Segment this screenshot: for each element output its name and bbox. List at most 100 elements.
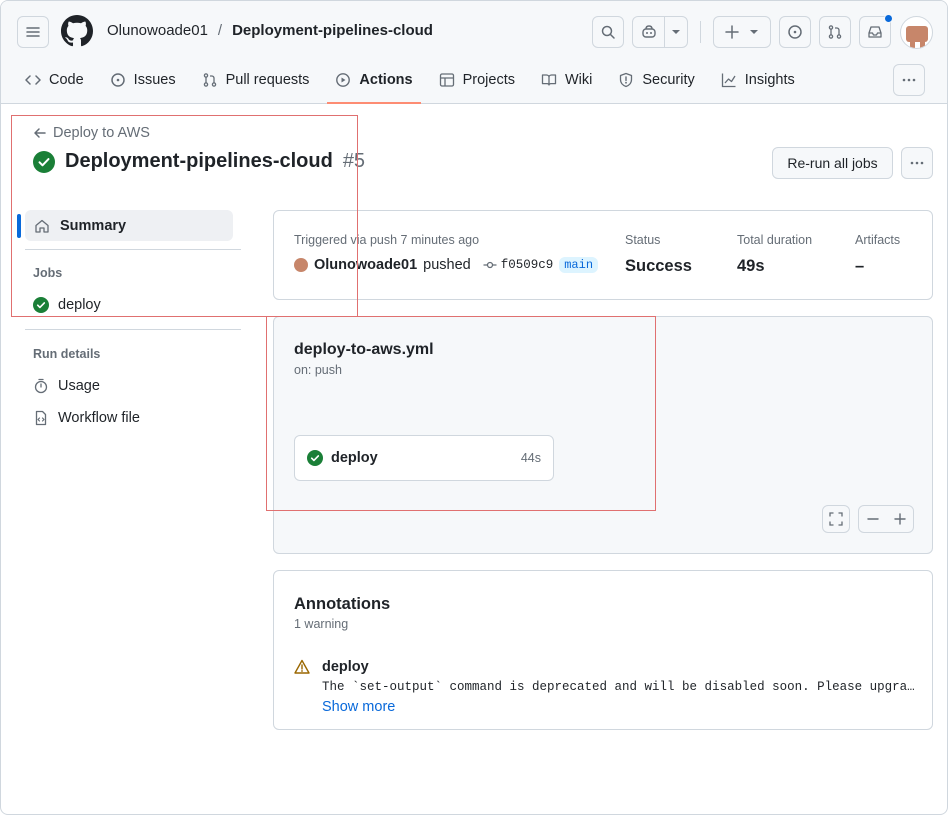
repo-breadcrumb: Olunowoade01 / Deployment-pipelines-clou… <box>107 22 433 39</box>
artifacts-label: Artifacts <box>855 233 901 247</box>
run-details-heading: Run details <box>33 347 101 361</box>
code-icon <box>25 75 41 85</box>
sidebar-item-deploy-job[interactable]: deploy <box>33 297 101 313</box>
home-icon <box>35 219 49 233</box>
trigger-details: Olunowoade01 pushed f0509c9 main <box>294 257 599 273</box>
tab-wiki[interactable]: Wiki <box>533 63 600 97</box>
kebab-horizontal-icon <box>910 161 924 165</box>
annotations-count: 1 warning <box>294 617 349 631</box>
tab-issues[interactable]: Issues <box>102 63 184 97</box>
job-node-duration: 44s <box>520 451 541 465</box>
triangle-down-icon <box>672 30 680 34</box>
sidebar-divider <box>25 329 241 330</box>
duration-label: Total duration <box>737 233 813 247</box>
repo-owner-link[interactable]: Olunowoade01 <box>107 22 208 39</box>
create-new-button[interactable] <box>713 16 771 48</box>
tab-label: Code <box>49 72 84 88</box>
tab-label: Insights <box>744 72 795 88</box>
tab-pull-requests[interactable]: Pull requests <box>194 63 318 97</box>
play-icon <box>336 73 351 87</box>
commit-sha: f0509c9 <box>500 258 554 272</box>
avatar[interactable] <box>900 16 933 49</box>
fullscreen-button[interactable] <box>822 505 850 533</box>
menu-button[interactable] <box>17 16 49 48</box>
copilot-button[interactable] <box>633 17 665 47</box>
tab-label: Projects <box>462 72 515 88</box>
inbox-icon <box>868 26 882 38</box>
job-node-name: deploy <box>331 450 378 466</box>
issue-icon <box>788 25 802 39</box>
check-circle-fill-icon <box>33 150 55 173</box>
annotations-card: Annotations 1 warning deploy The `set-ou… <box>273 570 933 730</box>
run-summary-card: Triggered via push 7 minutes ago Olunowo… <box>273 210 933 300</box>
workflow-file-name: deploy-to-aws.yml <box>294 341 434 358</box>
check-circle-fill-icon <box>33 297 49 313</box>
show-more-link[interactable]: Show more <box>322 699 395 715</box>
tab-security[interactable]: Security <box>610 63 702 97</box>
copilot-dropdown[interactable] <box>665 17 687 47</box>
actor-avatar[interactable] <box>294 258 308 272</box>
tab-label: Actions <box>359 72 413 88</box>
plus-icon <box>893 513 906 525</box>
sidebar-item-usage[interactable]: Usage <box>33 378 100 394</box>
tab-insights[interactable]: Insights <box>713 63 803 97</box>
zoom-out-button[interactable] <box>859 506 886 532</box>
annotation-job-link[interactable]: deploy <box>322 659 369 675</box>
status-label: Status <box>625 233 661 247</box>
repo-tabs: Code Issues Pull requests Actions Projec… <box>17 63 813 104</box>
sidebar-item-workflow-file[interactable]: Workflow file <box>33 410 140 426</box>
alert-icon <box>294 659 310 674</box>
run-title-text: Deployment-pipelines-cloud <box>65 150 333 172</box>
tab-code[interactable]: Code <box>17 63 92 97</box>
back-to-workflow-link[interactable]: Deploy to AWS <box>33 125 150 141</box>
tab-projects[interactable]: Projects <box>431 63 523 97</box>
github-logo-icon[interactable] <box>61 15 93 47</box>
run-more-button[interactable] <box>901 147 933 179</box>
breadcrumb-separator: / <box>217 22 223 39</box>
plus-icon <box>725 25 739 39</box>
back-link-label: Deploy to AWS <box>53 125 150 141</box>
search-icon <box>601 25 615 39</box>
tab-label: Issues <box>133 72 176 88</box>
check-circle-fill-icon <box>307 450 323 466</box>
zoom-in-button[interactable] <box>886 506 913 532</box>
zoom-controls <box>858 505 914 533</box>
pull-requests-button[interactable] <box>819 16 851 48</box>
graph-icon <box>721 73 736 88</box>
repo-name-link[interactable]: Deployment-pipelines-cloud <box>232 22 433 39</box>
sidebar-item-label: deploy <box>58 297 101 313</box>
job-node-deploy[interactable]: deploy 44s <box>294 435 554 481</box>
sidebar-divider <box>25 249 241 250</box>
rerun-all-jobs-button[interactable]: Re-run all jobs <box>772 147 893 179</box>
tab-actions[interactable]: Actions <box>327 63 421 104</box>
dash-icon <box>866 518 879 520</box>
status-value: Success <box>625 257 692 275</box>
hamburger-icon <box>26 27 40 37</box>
git-commit-icon <box>483 261 497 269</box>
arrow-left-icon <box>34 128 46 138</box>
branch-badge[interactable]: main <box>559 257 599 273</box>
stopwatch-icon <box>34 378 48 394</box>
annotations-title: Annotations <box>294 595 391 613</box>
actor-name[interactable]: Olunowoade01 <box>314 257 417 273</box>
copilot-button-group <box>632 16 688 48</box>
issue-icon <box>110 73 125 87</box>
jobs-heading: Jobs <box>33 266 63 280</box>
issues-button[interactable] <box>779 16 811 48</box>
artifacts-value: – <box>855 257 865 275</box>
duration-value: 49s <box>737 257 765 275</box>
repo-header: Olunowoade01 / Deployment-pipelines-clou… <box>1 1 947 104</box>
more-options-button[interactable] <box>893 64 925 96</box>
sidebar-item-summary[interactable]: Summary <box>25 210 233 241</box>
search-button[interactable] <box>592 16 624 48</box>
book-icon <box>541 74 557 86</box>
triggered-label: Triggered via push 7 minutes ago <box>294 233 480 247</box>
pull-request-icon <box>828 25 842 39</box>
browser-frame: Olunowoade01 / Deployment-pipelines-clou… <box>0 0 948 815</box>
tab-label: Security <box>642 72 695 88</box>
sidebar-item-label: Usage <box>58 378 100 394</box>
sidebar-item-label: Summary <box>60 217 127 234</box>
active-indicator <box>17 214 21 238</box>
commit-link[interactable]: f0509c9 <box>483 258 554 272</box>
workflow-graph-card: deploy-to-aws.yml on: push deploy 44s <box>273 316 933 554</box>
